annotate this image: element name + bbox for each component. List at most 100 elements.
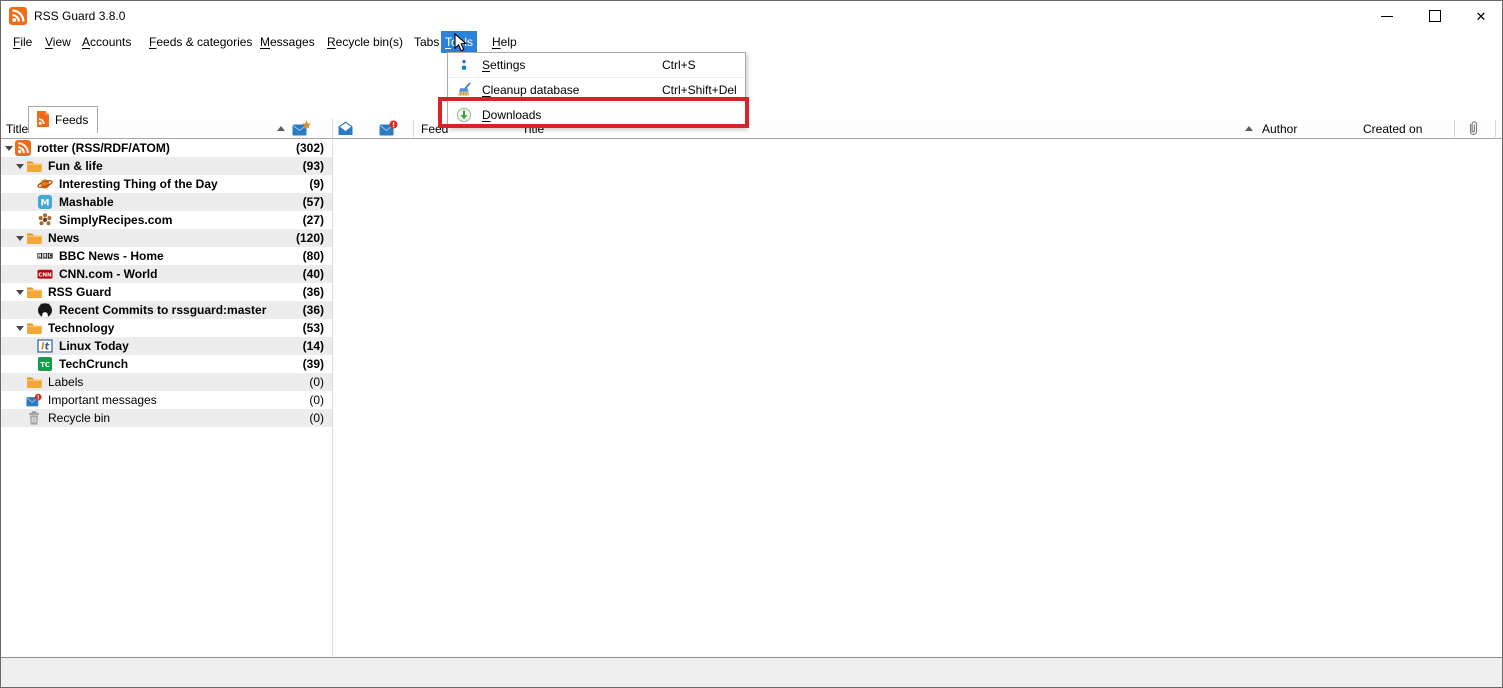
feed-row-interesting-thing-of-the-day[interactable]: Interesting Thing of the Day(9) <box>1 175 332 193</box>
feed-row-labels[interactable]: Labels(0) <box>1 373 332 391</box>
menubar-item-accounts[interactable]: Accounts <box>78 31 135 53</box>
window-title: RSS Guard 3.8.0 <box>34 9 125 23</box>
feed-title: RSS Guard <box>48 285 303 299</box>
feed-unread-count: (302) <box>296 141 332 155</box>
sort-ascending-icon <box>277 126 285 131</box>
feed-unread-count: (93) <box>303 159 332 173</box>
feed-row-news[interactable]: News(120) <box>1 229 332 247</box>
feed-row-technology[interactable]: Technology(53) <box>1 319 332 337</box>
close-button[interactable]: ✕ <box>1463 1 1499 31</box>
feed-unread-count: (0) <box>309 411 332 425</box>
feed-row-linux-today[interactable]: ltLinux Today(14) <box>1 337 332 355</box>
labels-icon <box>26 374 42 390</box>
feed-title: Technology <box>48 321 303 335</box>
feed-title: rotter (RSS/RDF/ATOM) <box>37 141 296 155</box>
feed-row-fun-life[interactable]: Fun & life(93) <box>1 157 332 175</box>
feeds-tab-icon <box>36 111 50 130</box>
maximize-button[interactable] <box>1417 1 1453 31</box>
interesting-thing-of-the-day-icon <box>37 176 53 192</box>
menubar-item-tools[interactable]: Tools <box>441 31 477 53</box>
recent-commits-to-rssguard-master-icon <box>37 302 53 318</box>
feed-unread-count: (57) <box>303 195 332 209</box>
feed-row-bbc-news-home[interactable]: BBCBBC News - Home(80) <box>1 247 332 265</box>
author-column-header[interactable]: Author <box>1262 122 1297 136</box>
expand-arrow-icon[interactable] <box>5 146 15 151</box>
menubar-item-help[interactable]: Help <box>488 31 521 53</box>
app-logo-rss-icon <box>9 7 27 25</box>
menu-item-cleanup-database[interactable]: Cleanup database Ctrl+Shift+Del <box>448 77 745 102</box>
feed-unread-count: (120) <box>296 231 332 245</box>
feed-row-techcrunch[interactable]: TCTechCrunch(39) <box>1 355 332 373</box>
feed-unread-count: (9) <box>309 177 332 191</box>
menu-item-settings[interactable]: SettingsCtrl+S <box>448 53 745 77</box>
expand-arrow-icon[interactable] <box>16 326 26 331</box>
fun-life-icon <box>26 158 42 174</box>
menubar-item-messages[interactable]: Messages <box>256 31 319 53</box>
feed-unread-count: (0) <box>309 393 332 407</box>
read-column-icon[interactable] <box>337 120 354 140</box>
feed-title: News <box>48 231 296 245</box>
menubar-item-tabs[interactable]: Tabs <box>410 31 443 53</box>
attachment-column-icon[interactable] <box>1467 120 1480 140</box>
feed-title: Important messages <box>48 393 309 407</box>
menu-item-label: Cleanup database <box>482 83 579 97</box>
feed-title: Mashable <box>59 195 303 209</box>
menu-item-downloads[interactable]: Downloads <box>448 102 745 127</box>
feed-list-title-header[interactable]: Title <box>6 122 28 136</box>
technology-icon <box>26 320 42 336</box>
feed-row-important-messages[interactable]: Important messages(0) <box>1 391 332 409</box>
feed-row-cnn-com-world[interactable]: CNN CNN.com - World(40) <box>1 265 332 283</box>
downloads-icon <box>456 107 472 123</box>
feed-unread-count: (39) <box>303 357 332 371</box>
feed-row-recent-commits-to-rssguard-master[interactable]: Recent Commits to rssguard:master(36) <box>1 301 332 319</box>
created-on-column-header[interactable]: Created on <box>1363 122 1422 136</box>
expand-arrow-icon[interactable] <box>16 290 26 295</box>
menubar-item-file[interactable]: File <box>9 31 36 53</box>
cnn-com-world-icon: CNN <box>37 266 53 282</box>
sort-ascending-icon <box>1245 126 1253 131</box>
close-icon: ✕ <box>1476 10 1487 23</box>
feed-title: Labels <box>48 375 309 389</box>
feed-unread-count: (36) <box>303 303 332 317</box>
svg-text:CNN: CNN <box>38 273 52 279</box>
tab-feeds[interactable]: Feeds <box>28 106 98 133</box>
svg-text:C: C <box>49 254 53 260</box>
status-bar <box>1 657 1502 688</box>
feed-unread-count: (27) <box>303 213 332 227</box>
feed-title: Recycle bin <box>48 411 309 425</box>
svg-text:t: t <box>45 342 50 353</box>
feed-column-header[interactable]: Feed <box>421 122 448 136</box>
feed-unread-count: (80) <box>303 249 332 263</box>
svg-text:M: M <box>41 199 50 209</box>
toolbar <box>1 81 1502 119</box>
feed-unread-count: (40) <box>303 267 332 281</box>
menubar-item-feeds-categories[interactable]: Feeds & categories <box>145 31 256 53</box>
svg-text:B: B <box>43 254 47 260</box>
menubar-item-recycle-bin-s[interactable]: Recycle bin(s) <box>323 31 407 53</box>
feed-row-simplyrecipes-com[interactable]: SimplyRecipes.com(27) <box>1 211 332 229</box>
feed-row-rss-guard[interactable]: RSS Guard(36) <box>1 283 332 301</box>
menu-bar: FileViewAccounts Feeds & categoriesMessag… <box>1 31 1502 53</box>
feed-title: Fun & life <box>48 159 303 173</box>
feed-title: CNN.com - World <box>59 267 303 281</box>
feed-row-rotter-rss-rdf-atom[interactable]: rotter (RSS/RDF/ATOM)(302) <box>1 139 332 157</box>
feed-title: Recent Commits to rssguard:master <box>59 303 303 317</box>
news-icon <box>26 230 42 246</box>
feed-title: SimplyRecipes.com <box>59 213 303 227</box>
importance-column-icon[interactable] <box>379 120 398 140</box>
simplyrecipes-com-icon <box>37 212 53 228</box>
menubar-item-view[interactable]: View <box>41 31 75 53</box>
feed-unread-count: (36) <box>303 285 332 299</box>
feed-row-recycle-bin[interactable]: Recycle bin(0) <box>1 409 332 427</box>
expand-arrow-icon[interactable] <box>16 236 26 241</box>
feed-row-mashable[interactable]: M Mashable(57) <box>1 193 332 211</box>
feeds-tab-label: Feeds <box>55 113 88 127</box>
feed-list-panel: rotter (RSS/RDF/ATOM)(302)Fun & life(93)… <box>1 139 332 656</box>
expand-arrow-icon[interactable] <box>16 164 26 169</box>
unread-star-icon[interactable] <box>292 120 311 140</box>
minimize-button[interactable] <box>1369 1 1405 31</box>
tab-bar: Feeds <box>1 53 1502 81</box>
mashable-icon: M <box>37 194 53 210</box>
menu-item-shortcut: Ctrl+Shift+Del <box>662 83 737 97</box>
feed-unread-count: (53) <box>303 321 332 335</box>
